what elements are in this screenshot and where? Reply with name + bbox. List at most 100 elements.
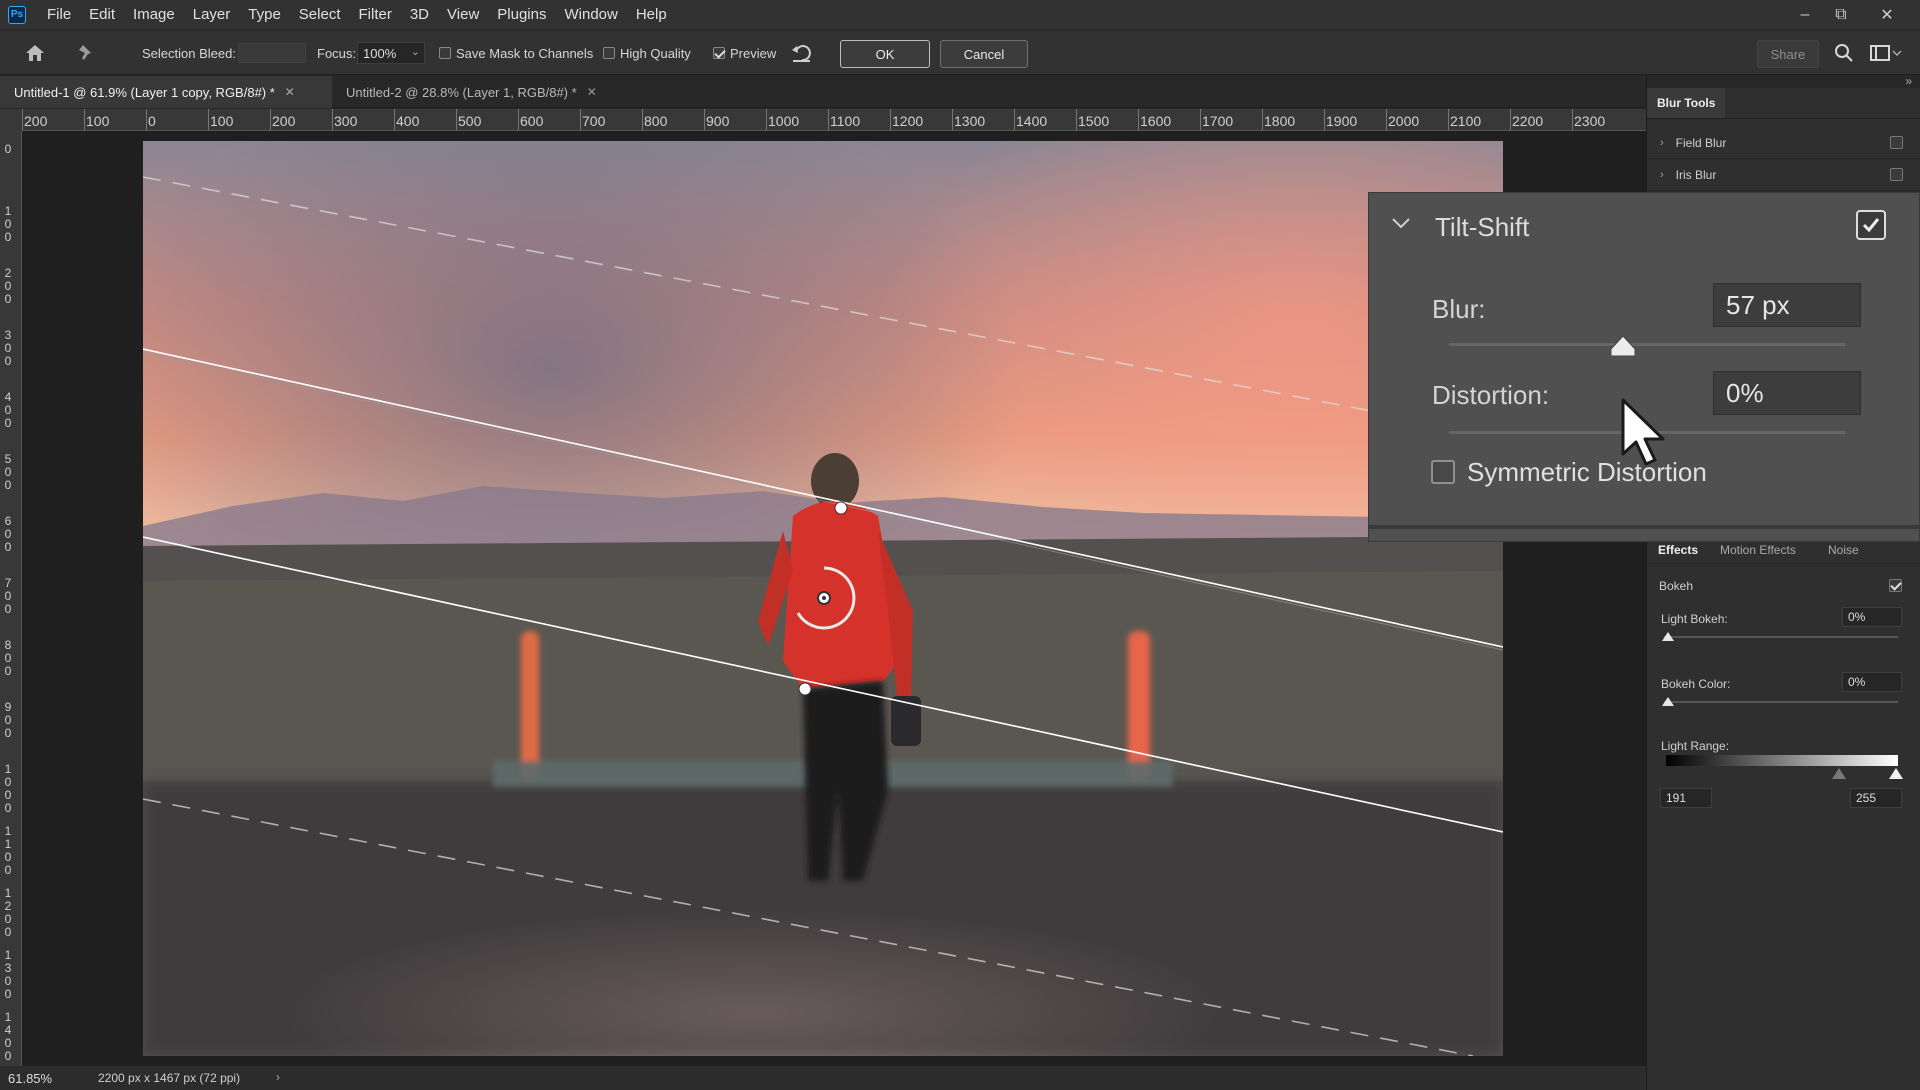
menu-file[interactable]: File: [38, 0, 80, 30]
pin-tool-icon[interactable]: [74, 41, 100, 65]
reset-icon[interactable]: [790, 42, 814, 64]
blur-slider-thumb[interactable]: [1609, 335, 1637, 357]
light-bokeh-field[interactable]: 0%: [1842, 607, 1902, 627]
menu-window[interactable]: Window: [555, 0, 626, 30]
light-range-gradient[interactable]: [1666, 755, 1898, 766]
ruler-tick: [332, 109, 333, 130]
home-icon[interactable]: [20, 41, 50, 65]
restore-button[interactable]: ⧉: [1818, 0, 1864, 30]
tab-effects[interactable]: Effects: [1658, 543, 1698, 557]
search-icon[interactable]: [1832, 42, 1856, 64]
ruler-tick: [1014, 109, 1015, 130]
menu-layer[interactable]: Layer: [184, 0, 240, 30]
preview-checkbox[interactable]: [713, 47, 725, 59]
document-info[interactable]: 2200 px x 1467 px (72 ppi): [98, 1071, 268, 1085]
chevron-right-icon[interactable]: ›: [276, 1070, 280, 1084]
bokeh-color-slider-track[interactable]: [1664, 701, 1898, 703]
light-range-high-thumb[interactable]: [1889, 768, 1903, 779]
light-bokeh-slider-thumb[interactable]: [1662, 632, 1674, 641]
menu-help[interactable]: Help: [627, 0, 676, 30]
selection-bleed-field[interactable]: [238, 43, 306, 63]
cancel-button[interactable]: Cancel: [940, 40, 1028, 68]
chevron-down-icon[interactable]: [1389, 211, 1413, 235]
ruler-tick-label: 200: [272, 113, 296, 129]
bokeh-color-field[interactable]: 0%: [1842, 672, 1902, 692]
ruler-tick-label: 1300: [954, 113, 986, 129]
tab-motion-effects[interactable]: Motion Effects: [1720, 543, 1796, 557]
ruler-tick-label: 400: [396, 113, 420, 129]
blur-value-field[interactable]: 57 px: [1713, 283, 1861, 327]
ruler-tick-label: 1700: [1202, 113, 1234, 129]
share-button[interactable]: Share: [1757, 40, 1819, 68]
tab-noise[interactable]: Noise: [1828, 543, 1859, 557]
save-mask-label: Save Mask to Channels: [456, 46, 594, 61]
tab-untitled-1[interactable]: Untitled-1 @ 61.9% (Layer 1 copy, RGB/8#…: [0, 76, 332, 108]
selection-bleed-label: Selection Bleed:: [142, 46, 236, 61]
close-icon[interactable]: ✕: [285, 85, 295, 99]
light-bokeh-slider-track[interactable]: [1664, 636, 1898, 638]
chevron-down-icon[interactable]: ⌄: [411, 45, 420, 58]
menu-3d[interactable]: 3D: [401, 0, 438, 30]
field-blur-row[interactable]: › Field Blur: [1646, 127, 1920, 159]
chevron-right-icon[interactable]: ›: [1660, 137, 1664, 149]
preview-label: Preview: [730, 46, 777, 61]
document-canvas[interactable]: [143, 141, 1503, 1056]
ruler-tick: [84, 109, 85, 130]
close-button[interactable]: ✕: [1864, 0, 1910, 30]
horizontal-ruler[interactable]: 200 100 0 100 200 300 400 500 600 700 800 900 1000 11…: [22, 109, 1646, 131]
bokeh-color-slider-thumb[interactable]: [1662, 697, 1674, 706]
ruler-tick-label: 1800: [1264, 113, 1296, 129]
field-blur-checkbox[interactable]: [1890, 136, 1903, 149]
save-mask-checkbox[interactable]: [439, 47, 451, 59]
ruler-tick: [642, 109, 643, 130]
ok-button[interactable]: OK: [840, 40, 930, 68]
menu-type[interactable]: Type: [239, 0, 290, 30]
ruler-tick: [952, 109, 953, 130]
collapse-panel-icon[interactable]: »: [1905, 74, 1912, 88]
ruler-tick-label: 600: [520, 113, 544, 129]
menu-image[interactable]: Image: [124, 0, 184, 30]
menu-select[interactable]: Select: [290, 0, 350, 30]
menu-filter[interactable]: Filter: [350, 0, 401, 30]
light-bokeh-label: Light Bokeh:: [1661, 612, 1728, 626]
high-quality-checkbox[interactable]: [603, 47, 615, 59]
blur-tools-tab[interactable]: Blur Tools: [1647, 88, 1725, 118]
ruler-tick-label: 700: [582, 113, 606, 129]
distortion-value-field[interactable]: 0%: [1713, 371, 1861, 415]
ruler-corner: [0, 109, 22, 131]
focus-field[interactable]: 100% ⌄: [357, 42, 425, 64]
menu-view[interactable]: View: [438, 0, 488, 30]
menu-edit[interactable]: Edit: [80, 0, 124, 30]
tab-untitled-2[interactable]: Untitled-2 @ 28.8% (Layer 1, RGB/8#) * ✕: [332, 76, 632, 108]
ruler-tick-label: 400: [4, 390, 12, 430]
ruler-tick-label: 500: [458, 113, 482, 129]
symmetric-distortion-checkbox[interactable]: [1431, 460, 1455, 484]
bokeh-checkbox[interactable]: [1889, 579, 1902, 592]
ruler-tick-label: 1900: [1326, 113, 1358, 129]
photoshop-logo: Ps: [8, 5, 26, 24]
vertical-ruler[interactable]: 0 100 200 300 400 500 600 700 800 900 1000 1100 1200…: [0, 131, 22, 1066]
menu-plugins[interactable]: Plugins: [488, 0, 555, 30]
tab-label: Untitled-1 @ 61.9% (Layer 1 copy, RGB/8#…: [14, 84, 275, 100]
tilt-shift-checkbox[interactable]: [1856, 210, 1886, 240]
ruler-tick-label: 2200: [1512, 113, 1544, 129]
light-range-low-thumb[interactable]: [1832, 768, 1846, 779]
light-range-high-field[interactable]: 255: [1850, 788, 1902, 808]
bokeh-color-label: Bokeh Color:: [1661, 677, 1731, 691]
ruler-tick: [828, 109, 829, 130]
iris-blur-checkbox[interactable]: [1890, 168, 1903, 181]
close-icon[interactable]: ✕: [587, 85, 597, 99]
high-quality-label: High Quality: [620, 46, 691, 61]
ruler-tick-label: 1500: [1078, 113, 1110, 129]
ruler-tick-label: 600: [4, 514, 12, 554]
zoom-level[interactable]: 61.85%: [8, 1071, 52, 1086]
iris-blur-row[interactable]: › Iris Blur: [1646, 159, 1920, 191]
tab-label: Untitled-2 @ 28.8% (Layer 1, RGB/8#) *: [346, 84, 577, 100]
ruler-tick-label: 0: [148, 113, 156, 129]
chevron-right-icon[interactable]: ›: [1660, 169, 1664, 181]
light-range-low-field[interactable]: 191: [1660, 788, 1712, 808]
workspace-icon[interactable]: [1868, 42, 1902, 64]
ruler-tick: [1448, 109, 1449, 130]
tilt-shift-title[interactable]: Tilt-Shift: [1435, 212, 1529, 243]
blur-slider-track[interactable]: [1449, 343, 1845, 346]
